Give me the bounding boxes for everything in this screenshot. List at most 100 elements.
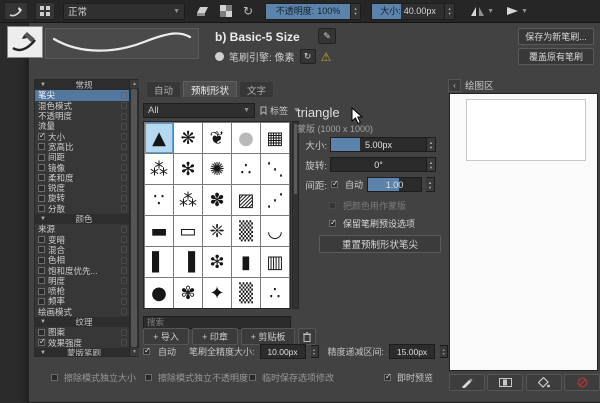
preserve-alpha-button[interactable] (220, 5, 232, 17)
scrollbar-thumb[interactable] (131, 89, 137, 347)
precision-auto-checkbox[interactable] (143, 346, 151, 355)
tip-rotation-spinner[interactable]: ▲ ▼ (427, 157, 436, 172)
brush-tip-cell[interactable]: ▌ (145, 247, 173, 277)
fill-background-button[interactable] (526, 374, 562, 391)
size-slider[interactable]: 大小: 40.00px (371, 2, 446, 20)
scratchpad-canvas[interactable] (449, 93, 598, 371)
option-checkbox[interactable] (38, 174, 45, 182)
brush-tip-cell[interactable]: ∵ (145, 185, 173, 215)
brush-tip-cell[interactable]: ▭ (174, 216, 202, 246)
scroll-down-icon[interactable]: ▼ (130, 348, 139, 356)
tab-predefined[interactable]: 预制形状 (183, 81, 238, 97)
brush-tip-cell[interactable]: ▥ (261, 247, 289, 277)
brush-tip-cell[interactable]: ⁂ (174, 185, 202, 215)
eraser-opacity-option[interactable]: 擦除模式独立不透明度 (145, 371, 248, 384)
stamp-button[interactable]: + 印章 (192, 328, 238, 345)
brush-tip-cell[interactable]: ⁂ (145, 154, 173, 184)
brush-tip-cell[interactable]: ∴ (232, 154, 260, 184)
brush-tip-cell[interactable]: ✦ (203, 278, 231, 308)
brush-tip-cell[interactable]: ▒ (232, 278, 260, 308)
brush-tip-cell[interactable]: ● (232, 123, 260, 153)
tip-spacing-spinner[interactable]: ▲ ▼ (426, 177, 436, 192)
brush-tip-cell[interactable]: ❦ (203, 123, 231, 153)
option-checkbox[interactable] (38, 194, 45, 202)
eraser-toggle-button[interactable] (196, 6, 209, 17)
tip-rotation-slider[interactable]: 0° (330, 157, 427, 172)
option-checkbox[interactable] (38, 246, 45, 254)
clipboard-button[interactable]: + 剪贴板 (241, 328, 295, 345)
mirror-options-caret[interactable]: ▼ (487, 8, 494, 15)
import-button[interactable]: + 导入 (143, 328, 189, 345)
spacing-auto-checkbox[interactable] (331, 179, 339, 188)
scroll-up-icon[interactable]: ▲ (130, 80, 139, 88)
brush-tip-cell[interactable]: ▲ (145, 123, 173, 153)
brush-tip-cell[interactable]: ❋ (174, 123, 202, 153)
fill-gradient-button[interactable] (487, 374, 523, 391)
brush-tip-cell[interactable]: ❇ (203, 247, 231, 277)
option-checkbox[interactable] (38, 143, 45, 151)
option-checkbox[interactable] (38, 164, 45, 172)
option-checkbox[interactable] (38, 205, 45, 213)
save-new-brush-button[interactable]: 保存为新笔刷... (518, 28, 594, 45)
options-scrollbar[interactable]: ▲ ▼ (129, 80, 139, 356)
brush-tip-cell[interactable]: ▬ (145, 216, 173, 246)
brush-tip-cell[interactable]: ∴ (261, 278, 289, 308)
full-precision-spinner[interactable]: ▲ ▼ (310, 345, 319, 358)
tag-filter-select[interactable]: All ▼ (143, 103, 255, 118)
tag-tool-button[interactable]: 标签 ▼ (260, 103, 300, 118)
brush-tip-cell[interactable]: ◡ (261, 216, 289, 246)
rename-preset-button[interactable]: ✎ (318, 28, 336, 44)
brush-tip-cell[interactable]: ▨ (232, 185, 260, 215)
brush-editor-button[interactable] (4, 2, 28, 20)
reset-predefined-tip-button[interactable]: 重置预制形状笔尖 (319, 235, 441, 253)
flow-options-caret[interactable]: ▼ (521, 8, 528, 15)
temp-save-checkbox[interactable] (249, 374, 256, 381)
brush-tip-cell[interactable]: ▦ (261, 123, 289, 153)
option-checkbox[interactable] (38, 153, 45, 161)
tip-search-input[interactable] (143, 315, 291, 329)
brush-tip-cell[interactable]: ● (145, 278, 173, 308)
tip-spacing-slider[interactable]: 1.00 (367, 177, 423, 192)
current-preset-thumbnail[interactable] (7, 26, 43, 58)
option-checkbox[interactable] (38, 328, 45, 336)
tip-size-spinner[interactable]: ▲ ▼ (427, 137, 436, 152)
opacity-slider[interactable]: 不透明度: 100% (265, 2, 352, 20)
option-checkbox[interactable] (38, 277, 45, 285)
eraser-size-option[interactable]: 擦除模式独立大小 (51, 371, 136, 384)
mirror-button[interactable] (470, 5, 485, 17)
precision-fade-spinner[interactable]: ▲ ▼ (440, 345, 449, 358)
reload-engine-button[interactable]: ↻ (299, 49, 316, 64)
size-spinner[interactable]: ▲ ▼ (445, 2, 456, 20)
instant-preview-checkbox[interactable] (384, 372, 392, 381)
brush-tip-cell[interactable]: ⋰ (261, 185, 289, 215)
reset-scratchpad-button[interactable] (564, 374, 600, 391)
tab-auto[interactable]: 自动 (146, 81, 182, 97)
eraser-size-checkbox[interactable] (51, 374, 58, 381)
options-section-header[interactable]: ▼ 蒙版笔刷 (35, 347, 129, 356)
brush-tip-cell[interactable]: ❈ (203, 216, 231, 246)
preset-grid-button[interactable] (35, 2, 55, 20)
instant-preview-option[interactable]: 即时预览 (384, 371, 433, 384)
flow-button[interactable] (505, 5, 519, 17)
tip-size-slider[interactable]: 5.00px (330, 137, 427, 152)
option-checkbox[interactable] (38, 287, 45, 295)
precision-fade-value[interactable]: 15.00px (389, 344, 436, 359)
preserve-preset-checkbox[interactable] (329, 218, 337, 227)
option-checkbox[interactable] (38, 184, 45, 192)
option-checkbox[interactable] (38, 297, 45, 305)
brush-tip-cell[interactable]: ⋱ (261, 154, 289, 184)
option-checkbox[interactable] (38, 337, 46, 347)
opacity-spinner[interactable]: ▲ ▼ (351, 2, 362, 20)
blend-mode-select[interactable]: 正常 ▼ (63, 2, 185, 20)
reload-preset-button[interactable]: ↻ (243, 4, 253, 18)
tab-text[interactable]: 文字 (239, 81, 275, 97)
overwrite-brush-button[interactable]: 覆盖原有笔刷 (518, 48, 594, 65)
option-checkbox[interactable] (38, 256, 45, 264)
delete-tip-button[interactable] (298, 328, 316, 345)
brush-tip-cell[interactable]: ▐ (174, 247, 202, 277)
brush-tip-cell[interactable]: ✺ (203, 154, 231, 184)
option-checkbox[interactable] (38, 236, 45, 244)
brush-tip-cell[interactable]: ▮ (232, 247, 260, 277)
brush-tip-cell[interactable]: ✽ (203, 185, 231, 215)
fill-with-brush-button[interactable] (449, 374, 485, 391)
